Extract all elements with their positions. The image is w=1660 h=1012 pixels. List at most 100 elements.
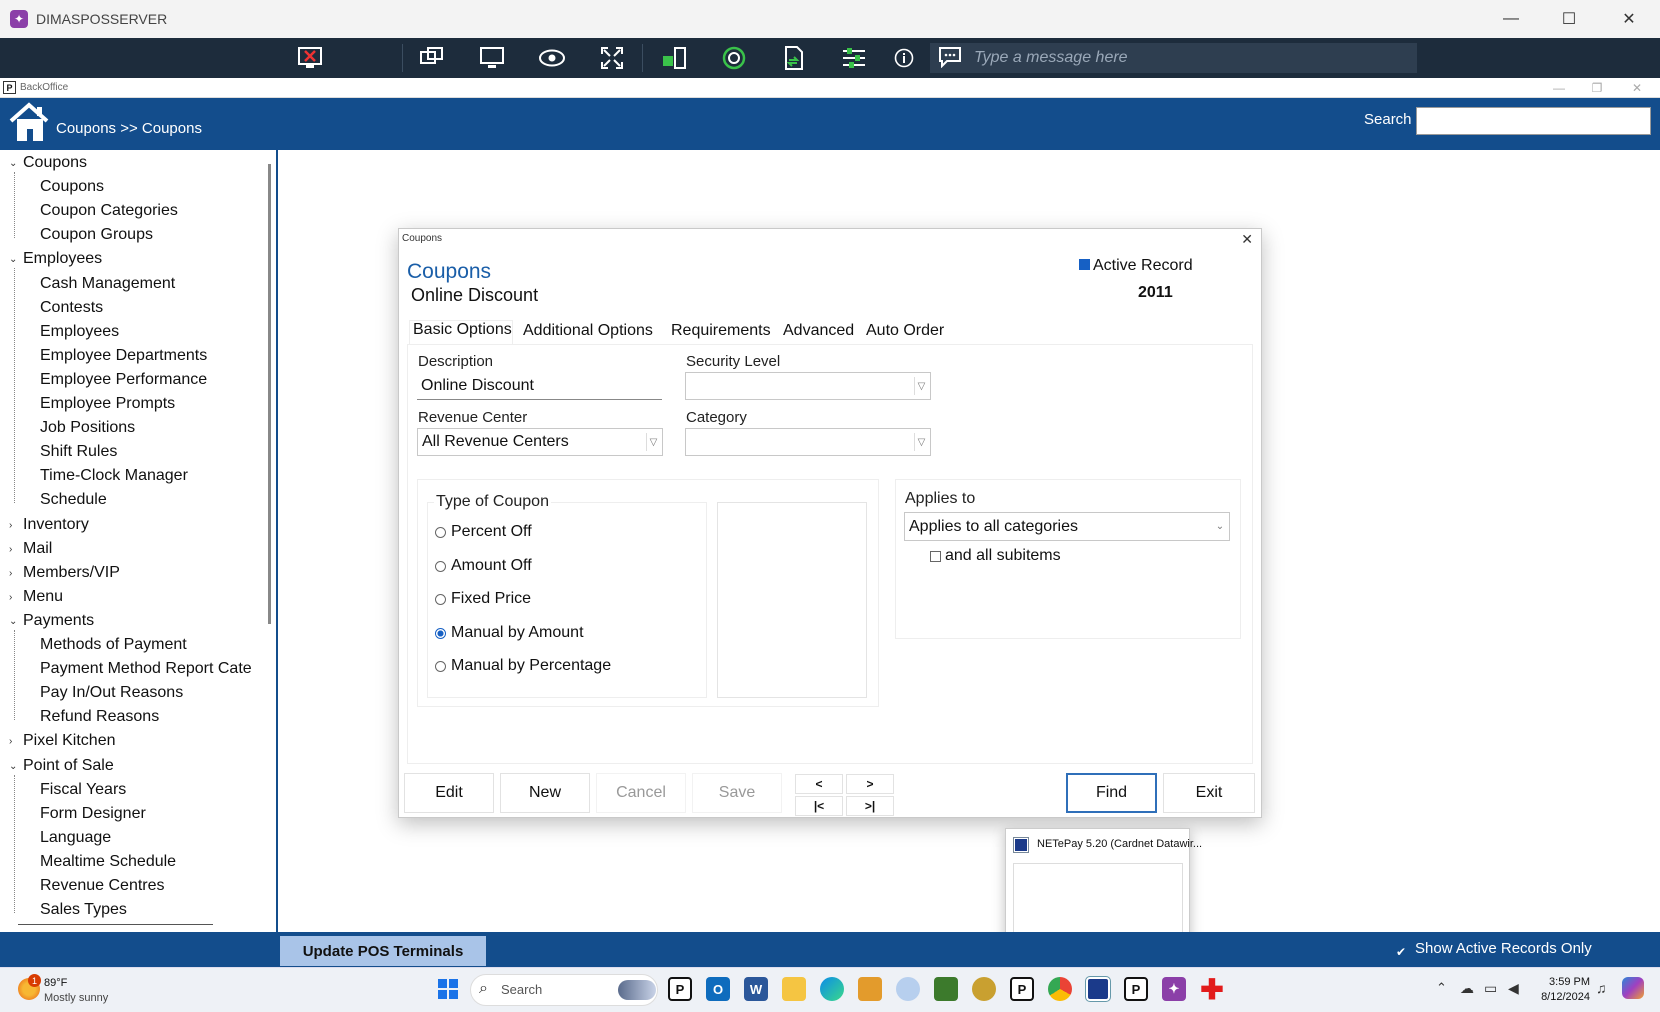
exit-button[interactable]: Exit bbox=[1163, 773, 1255, 813]
sidebar-item-schedule[interactable]: Schedule bbox=[40, 491, 107, 509]
sidebar-group-inventory[interactable]: Inventory bbox=[23, 516, 89, 534]
tab-requirements[interactable]: Requirements bbox=[671, 322, 771, 340]
chevron-right-icon[interactable]: › bbox=[9, 736, 12, 747]
coupon-type-radio[interactable] bbox=[435, 527, 446, 538]
sidebar-item-employee-prompts[interactable]: Employee Prompts bbox=[40, 395, 175, 413]
sidebar-item-cash-management[interactable]: Cash Management bbox=[40, 275, 175, 293]
sidebar-item-revenue-centres[interactable]: Revenue Centres bbox=[40, 877, 165, 895]
app-icon-orange[interactable] bbox=[858, 977, 882, 1001]
file-transfer-icon[interactable] bbox=[660, 44, 688, 72]
sidebar-group-members-vip[interactable]: Members/VIP bbox=[23, 564, 120, 582]
new-button[interactable]: New bbox=[500, 773, 590, 813]
sidebar-item-coupon-groups[interactable]: Coupon Groups bbox=[40, 226, 153, 244]
applies-to-select[interactable]: Applies to all categories ⌄ bbox=[904, 512, 1230, 541]
prev-record-button[interactable]: < bbox=[795, 774, 843, 794]
view-icon[interactable] bbox=[538, 44, 566, 72]
app-icon-blue[interactable] bbox=[896, 977, 920, 1001]
last-record-button[interactable]: >| bbox=[846, 796, 894, 816]
word-icon[interactable]: W bbox=[744, 977, 768, 1001]
sidebar-item-payment-method-report-cate[interactable]: Payment Method Report Cate bbox=[40, 660, 252, 678]
backoffice-close-button[interactable]: ✕ bbox=[1622, 78, 1652, 98]
chevron-right-icon[interactable]: › bbox=[9, 520, 12, 531]
sidebar-item-employee-performance[interactable]: Employee Performance bbox=[40, 371, 207, 389]
disconnect-icon[interactable] bbox=[296, 44, 324, 72]
minimize-button[interactable]: — bbox=[1482, 0, 1540, 38]
monitor-icon[interactable] bbox=[478, 44, 506, 72]
app-icon-gold[interactable] bbox=[972, 977, 996, 1001]
pos-app-icon-3[interactable]: P bbox=[1124, 977, 1148, 1001]
message-input[interactable]: Type a message here bbox=[930, 43, 1417, 73]
find-button[interactable]: Find bbox=[1066, 773, 1157, 813]
netepay-taskbar-icon[interactable] bbox=[1085, 976, 1111, 1002]
sidebar-item-language[interactable]: Language bbox=[40, 829, 111, 847]
sidebar-item-form-designer[interactable]: Form Designer bbox=[40, 805, 146, 823]
tab-advanced[interactable]: Advanced bbox=[783, 322, 854, 340]
sidebar-item-coupons[interactable]: Coupons bbox=[40, 178, 104, 196]
pos-app-icon[interactable]: P bbox=[668, 977, 692, 1001]
sidebar-group-payments[interactable]: Payments bbox=[23, 612, 94, 630]
chevron-down-icon[interactable]: ⌄ bbox=[9, 254, 17, 265]
sidebar-group-mail[interactable]: Mail bbox=[23, 540, 52, 558]
sidebar-item-sales-types[interactable]: Sales Types bbox=[40, 901, 127, 919]
revenue-center-select[interactable]: All Revenue Centers ▽ bbox=[417, 428, 663, 456]
clock-time[interactable]: 3:59 PM bbox=[1536, 976, 1590, 988]
transfer-files-icon[interactable] bbox=[780, 44, 808, 72]
info-icon[interactable] bbox=[890, 44, 918, 72]
save-button[interactable]: Save bbox=[692, 773, 782, 813]
sidebar-item-refund-reasons[interactable]: Refund Reasons bbox=[40, 708, 159, 726]
sidebar-item-fiscal-years[interactable]: Fiscal Years bbox=[40, 781, 126, 799]
first-record-button[interactable]: |< bbox=[795, 796, 843, 816]
sidebar-group-employees[interactable]: Employees bbox=[23, 250, 102, 268]
chevron-right-icon[interactable]: › bbox=[9, 592, 12, 603]
sidebar-scrollbar[interactable] bbox=[268, 164, 271, 624]
app-icon-green[interactable] bbox=[934, 977, 958, 1001]
tab-basic-options[interactable]: Basic Options bbox=[413, 321, 512, 339]
sidebar-group-pixel-kitchen[interactable]: Pixel Kitchen bbox=[23, 732, 116, 750]
cancel-button[interactable]: Cancel bbox=[596, 773, 686, 813]
chevron-down-icon[interactable]: ⌄ bbox=[9, 616, 17, 627]
subitems-checkbox[interactable] bbox=[930, 551, 941, 562]
sidebar-horizontal-scrollbar[interactable] bbox=[18, 924, 213, 925]
notification-bell-icon[interactable]: ♫ bbox=[1596, 980, 1607, 996]
tab-additional-options[interactable]: Additional Options bbox=[523, 322, 653, 340]
close-window-button[interactable]: ✕ bbox=[1600, 0, 1658, 38]
home-icon[interactable] bbox=[8, 101, 50, 143]
sidebar-item-time-clock-manager[interactable]: Time-Clock Manager bbox=[40, 467, 188, 485]
sidebar-item-coupon-categories[interactable]: Coupon Categories bbox=[40, 202, 178, 220]
sidebar-item-employees[interactable]: Employees bbox=[40, 323, 119, 341]
sidebar-group-point-of-sale[interactable]: Point of Sale bbox=[23, 757, 114, 775]
sidebar-item-employee-departments[interactable]: Employee Departments bbox=[40, 347, 207, 365]
file-explorer-icon[interactable] bbox=[782, 977, 806, 1001]
record-icon[interactable] bbox=[720, 44, 748, 72]
sidebar-group-coupons[interactable]: Coupons bbox=[23, 154, 87, 172]
search-input[interactable] bbox=[1416, 107, 1651, 135]
chevron-right-icon[interactable]: › bbox=[9, 544, 12, 555]
sidebar-item-pay-in-out-reasons[interactable]: Pay In/Out Reasons bbox=[40, 684, 183, 702]
next-record-button[interactable]: > bbox=[846, 774, 894, 794]
sidebar-item-job-positions[interactable]: Job Positions bbox=[40, 419, 135, 437]
chevron-down-icon[interactable]: ⌄ bbox=[9, 761, 17, 772]
check-icon[interactable]: ✔ bbox=[1396, 945, 1406, 959]
active-record-checkbox[interactable] bbox=[1079, 259, 1090, 270]
settings-sliders-icon[interactable] bbox=[840, 44, 868, 72]
update-pos-terminals-button[interactable]: Update POS Terminals bbox=[280, 936, 486, 966]
dialog-close-icon[interactable]: ✕ bbox=[1241, 231, 1253, 248]
volume-icon[interactable]: ◀ bbox=[1508, 980, 1519, 997]
switch-monitor-icon[interactable] bbox=[418, 44, 446, 72]
backoffice-minimize-button[interactable]: — bbox=[1544, 78, 1574, 98]
outlook-icon[interactable]: O bbox=[706, 977, 730, 1001]
chevron-right-icon[interactable]: › bbox=[9, 568, 12, 579]
sidebar-item-methods-of-payment[interactable]: Methods of Payment bbox=[40, 636, 187, 654]
sidebar-item-mealtime-schedule[interactable]: Mealtime Schedule bbox=[40, 853, 176, 871]
backoffice-restore-button[interactable]: ❐ bbox=[1582, 78, 1612, 98]
fullscreen-icon[interactable] bbox=[598, 44, 626, 72]
sidebar-item-contests[interactable]: Contests bbox=[40, 299, 103, 317]
remote-app-icon[interactable]: ✦ bbox=[1162, 977, 1186, 1001]
windows-start-icon[interactable] bbox=[438, 979, 458, 999]
description-input[interactable]: Online Discount bbox=[417, 372, 662, 400]
category-select[interactable]: ▽ bbox=[685, 428, 931, 456]
edge-icon[interactable] bbox=[820, 977, 844, 1001]
onedrive-icon[interactable]: ☁ bbox=[1460, 980, 1474, 997]
network-icon[interactable]: ▭ bbox=[1484, 980, 1497, 997]
clock-date[interactable]: 8/12/2024 bbox=[1536, 991, 1590, 1003]
